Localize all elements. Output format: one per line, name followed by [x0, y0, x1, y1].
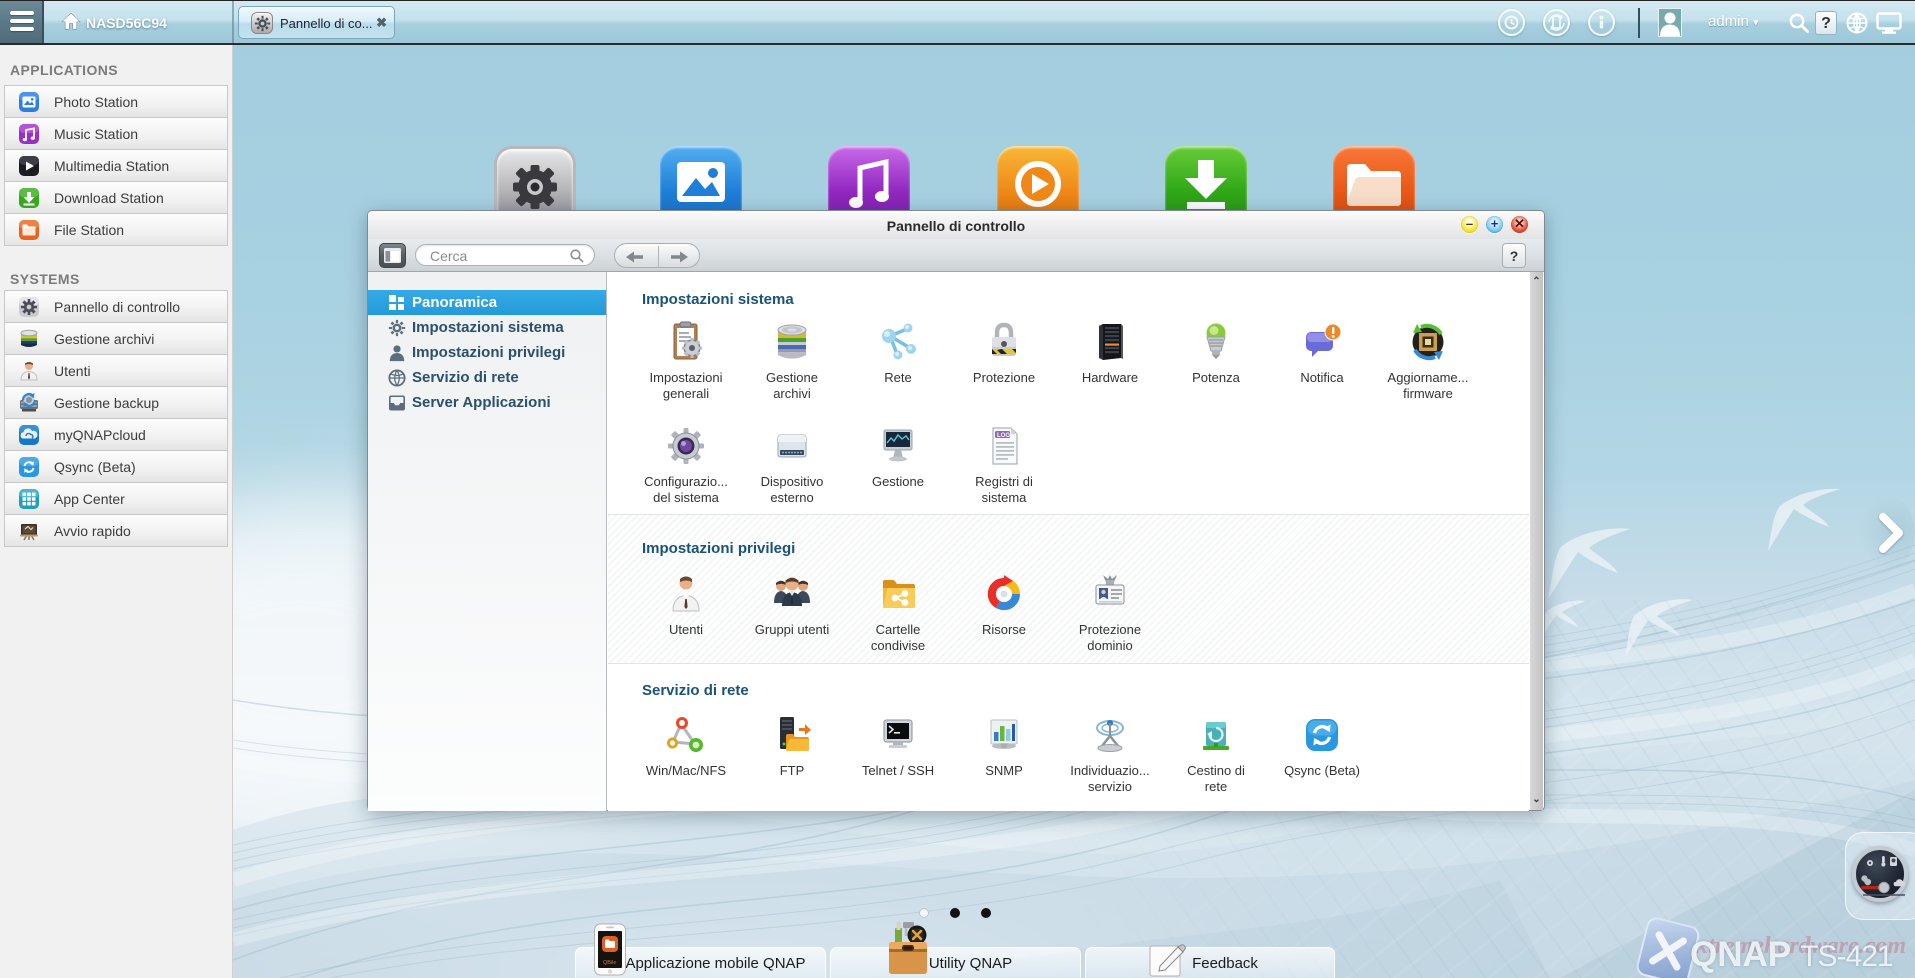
- svg-text:LOG: LOG: [997, 433, 1010, 439]
- svg-text:QBile: QBile: [603, 960, 616, 966]
